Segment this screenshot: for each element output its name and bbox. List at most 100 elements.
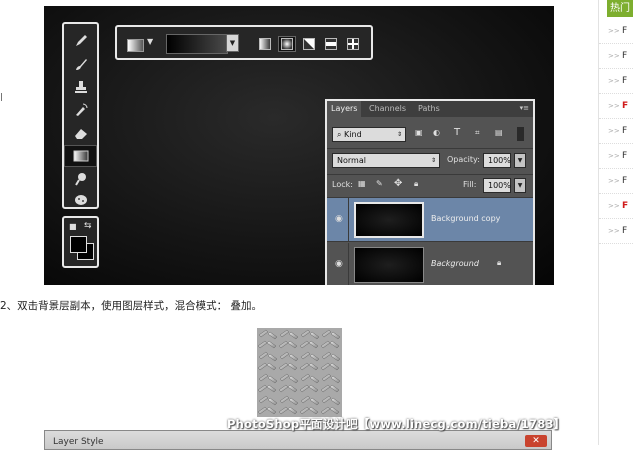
kind-filter-select[interactable]: ⌕ Kind ⇕ (332, 127, 406, 142)
sidebar-list-item[interactable]: >> F (599, 96, 633, 119)
layer-style-dialog: Layer Style ✕ (44, 430, 552, 450)
divider (327, 148, 533, 149)
gradient-preset-icon[interactable] (127, 39, 144, 52)
linear-gradient-icon[interactable] (256, 36, 274, 52)
lock-position-icon[interactable]: ✥ (394, 178, 402, 189)
close-button[interactable]: ✕ (525, 435, 547, 447)
search-icon: ⌕ (337, 130, 342, 139)
eye-icon: ◉ (335, 259, 343, 269)
tab-layers[interactable]: Layers (327, 101, 362, 117)
opacity-input[interactable]: 100% (483, 153, 511, 168)
edge-mark: | (0, 92, 3, 101)
sidebar-item-text[interactable]: F (622, 201, 633, 211)
right-sidebar: 热门 >> F >> F >> F >> F >> F >> F >> F >> F >> F (598, 0, 633, 445)
angle-gradient-icon[interactable] (300, 36, 318, 52)
sidebar-item-text[interactable]: F (622, 226, 633, 236)
double-arrow-icon: >> (608, 177, 620, 185)
diamond-gradient-icon[interactable] (344, 36, 362, 52)
blend-mode-value: Normal (337, 156, 366, 165)
eraser-icon[interactable] (64, 122, 97, 144)
opacity-label: Opacity: (447, 155, 480, 164)
layer-row-background-copy[interactable]: ◉ Background copy (327, 198, 533, 242)
sidebar-list-item[interactable]: >> F (599, 146, 633, 169)
sidebar-item-text[interactable]: F (622, 126, 633, 136)
sidebar-item-text[interactable]: F (622, 26, 633, 36)
tools-panel (62, 22, 99, 209)
sidebar-item-text[interactable]: F (622, 101, 633, 111)
foreground-color-swatch[interactable] (70, 236, 87, 253)
sidebar-list-item[interactable]: >> F (599, 46, 633, 69)
tab-channels[interactable]: Channels (365, 101, 410, 117)
pixel-filter-icon[interactable]: ▣ (415, 128, 423, 137)
filter-row: ⌕ Kind ⇕ ▣ ◐ T ⌗ ▤ (327, 127, 533, 142)
color-swatches: ■ ⇆ (62, 216, 99, 268)
lock-transparent-icon[interactable]: ▦ (358, 179, 366, 188)
sidebar-item-text[interactable]: F (622, 76, 633, 86)
lock-image-icon[interactable]: ✎ (376, 179, 383, 188)
fill-label: Fill: (463, 180, 477, 189)
step-caption: 2、双击背景层副本，使用图层样式，混合模式： 叠加。 (0, 300, 263, 312)
reflected-gradient-icon[interactable] (322, 36, 340, 52)
panel-tabs: Layers Channels Paths ▾≡ (327, 101, 533, 117)
lock-all-icon[interactable]: 🔒︎ (414, 179, 418, 189)
dialog-title: Layer Style (53, 437, 104, 447)
fill-dropdown[interactable]: ▼ (514, 178, 526, 193)
blend-row: Normal ⇕ Opacity: 100% ▼ (327, 153, 533, 168)
sidebar-item-text[interactable]: F (622, 51, 633, 61)
lock-icon: 🔒︎ (497, 258, 502, 267)
sidebar-list-item[interactable]: >> F (599, 171, 633, 194)
adjustment-filter-icon[interactable]: ◐ (433, 128, 440, 137)
gradient-editor-preview[interactable] (166, 34, 228, 54)
stepper-icon: ⇕ (430, 157, 436, 164)
radial-gradient-icon[interactable] (278, 36, 296, 52)
sidebar-list-item[interactable]: >> F (599, 121, 633, 144)
visibility-toggle[interactable]: ◉ (327, 198, 349, 242)
double-arrow-icon: >> (608, 52, 620, 60)
divider (327, 174, 533, 175)
sidebar-list-item[interactable]: >> F (599, 21, 633, 44)
tab-paths[interactable]: Paths (414, 101, 444, 117)
smudge-icon[interactable] (64, 168, 97, 190)
default-colors-icon[interactable]: ■ (69, 222, 77, 231)
sidebar-tab-hot[interactable]: 热门 (607, 0, 633, 17)
double-arrow-icon: >> (608, 127, 620, 135)
sidebar-list-item[interactable]: >> F (599, 221, 633, 244)
swap-colors-icon[interactable]: ⇆ (84, 221, 92, 231)
eye-icon: ◉ (335, 214, 343, 224)
watermark: PhotoShop平面设计吧【www.linecg.com/tieba/1783… (227, 417, 566, 431)
double-arrow-icon: >> (608, 102, 620, 110)
type-filter-icon[interactable]: T (454, 127, 460, 138)
layer-row-background[interactable]: ◉ Background 🔒︎ (327, 243, 533, 285)
layer-name: Background copy (431, 214, 501, 223)
layer-name: Background (431, 259, 479, 268)
panel-menu-icon[interactable]: ▾≡ (520, 104, 529, 112)
gradient-picker-dropdown[interactable]: ▼ (226, 34, 239, 52)
lock-row: Lock: ▦ ✎ ✥ 🔒︎ Fill: 100% ▼ (327, 178, 533, 193)
smart-object-filter-icon[interactable]: ▤ (495, 128, 503, 137)
photoshop-screenshot: ■ ⇆ ▼ ▼ Layers Channels Paths ▾≡ ⌕ Kind … (44, 6, 554, 285)
lock-label: Lock: (332, 180, 353, 189)
opacity-dropdown[interactable]: ▼ (514, 153, 526, 168)
layers-panel: Layers Channels Paths ▾≡ ⌕ Kind ⇕ ▣ ◐ T … (325, 99, 535, 285)
blend-mode-select[interactable]: Normal ⇕ (332, 153, 440, 168)
double-arrow-icon: >> (608, 202, 620, 210)
sidebar-item-text[interactable]: F (622, 176, 633, 186)
stepper-icon: ⇕ (396, 131, 402, 138)
pencil-icon[interactable] (64, 30, 97, 52)
chevron-down-icon[interactable]: ▼ (147, 37, 153, 46)
history-brush-icon[interactable] (64, 99, 97, 121)
filter-toggle[interactable] (517, 127, 524, 141)
gradient-options-bar: ▼ ▼ (115, 25, 373, 60)
layer-thumbnail (354, 247, 424, 283)
sidebar-list-item[interactable]: >> F (599, 196, 633, 219)
visibility-toggle[interactable]: ◉ (327, 243, 349, 285)
sidebar-list-item[interactable]: >> F (599, 71, 633, 94)
sponge-icon[interactable] (64, 189, 97, 211)
stamp-icon[interactable] (64, 76, 97, 98)
gradient-icon[interactable] (64, 145, 97, 167)
kind-label: Kind (344, 130, 362, 139)
sidebar-item-text[interactable]: F (622, 151, 633, 161)
brush-icon[interactable] (64, 53, 97, 75)
shape-filter-icon[interactable]: ⌗ (475, 128, 480, 138)
fill-input[interactable]: 100% (483, 178, 511, 193)
